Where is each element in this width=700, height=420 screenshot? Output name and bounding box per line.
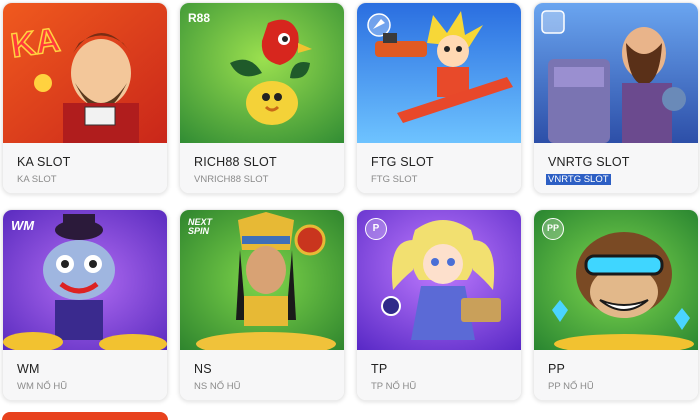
ftg-slot-artwork — [357, 3, 521, 143]
game-card-pp[interactable]: PP PP PP NỔ HŨ — [533, 209, 699, 401]
ns-artwork: NEXT SPIN — [180, 210, 344, 350]
ka-slot-artwork: KA — [3, 3, 167, 143]
game-provider-selected-text: VNRTG SLOT — [546, 174, 611, 185]
wm-artwork: WM — [3, 210, 167, 350]
game-card-tp[interactable]: P TP TP NỔ HŨ — [356, 209, 522, 401]
game-title: VNRTG SLOT — [548, 155, 630, 169]
vnrtg-slot-artwork — [534, 3, 698, 143]
game-card-rich88-slot[interactable]: R88 RICH88 SLOT VNRICH88 SLOT — [179, 2, 345, 194]
pp-artwork: PP — [534, 210, 698, 350]
svg-text:KA: KA — [9, 21, 63, 65]
rich88-slot-artwork: R88 — [180, 3, 344, 143]
badge-label: R88 — [188, 11, 211, 25]
game-grid: KA KA SLOT KA SLOT R88 RICH88 SLOT VNRIC… — [0, 0, 700, 420]
game-provider: KA SLOT — [17, 174, 57, 185]
game-card-ka-slot[interactable]: KA KA SLOT KA SLOT — [2, 2, 168, 194]
game-provider: VNRICH88 SLOT — [194, 174, 269, 185]
game-provider: FTG SLOT — [371, 174, 418, 185]
game-card-vnrtg-slot[interactable]: VNRTG SLOT VNRTG SLOT — [533, 2, 699, 194]
game-provider: TP NỔ HŨ — [371, 381, 417, 392]
game-card-ftg-slot[interactable]: FTG SLOT FTG SLOT — [356, 2, 522, 194]
game-provider: PP NỔ HŨ — [548, 381, 594, 392]
game-provider: WM NỔ HŨ — [17, 381, 68, 392]
game-title: KA SLOT — [17, 155, 71, 169]
game-title: RICH88 SLOT — [194, 155, 277, 169]
tp-artwork: P — [357, 210, 521, 350]
next-row-partial — [0, 412, 700, 420]
badge-label: WM — [11, 218, 35, 233]
badge-label: NEXT SPIN — [188, 217, 213, 236]
game-title: TP — [371, 362, 388, 376]
partial-card[interactable] — [2, 412, 168, 420]
game-provider: NS NỔ HŨ — [194, 381, 241, 392]
game-title: FTG SLOT — [371, 155, 434, 169]
game-title: PP — [548, 362, 566, 376]
game-card-wm[interactable]: WM WM WM NỔ HŨ — [2, 209, 168, 401]
badge-label: PP — [542, 218, 564, 240]
game-title: WM — [17, 362, 40, 376]
game-card-ns[interactable]: NEXT SPIN NS NS NỔ HŨ — [179, 209, 345, 401]
badge-label: P — [365, 218, 387, 240]
game-title: NS — [194, 362, 212, 376]
